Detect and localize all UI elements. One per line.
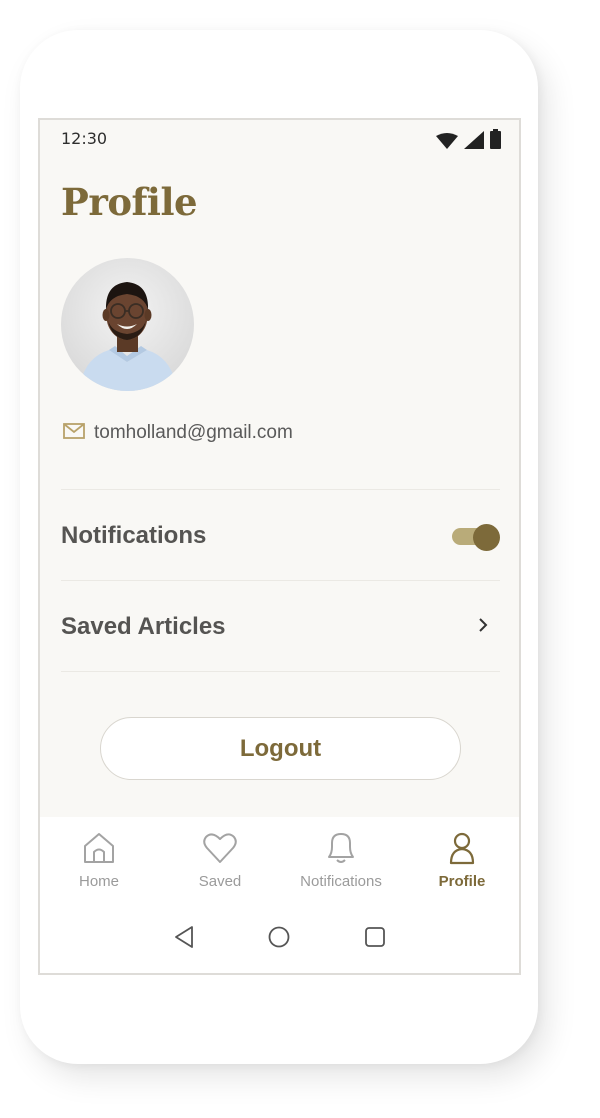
chevron-right-icon <box>478 617 488 637</box>
home-icon <box>82 831 116 869</box>
logout-button[interactable]: Logout <box>100 717 461 780</box>
recents-icon[interactable] <box>364 925 386 953</box>
mail-icon <box>63 423 85 443</box>
saved-articles-row[interactable]: Saved Articles <box>61 597 500 657</box>
tab-notifications[interactable]: Notifications <box>286 831 396 890</box>
tab-profile-label: Profile <box>438 873 486 890</box>
toggle-thumb <box>473 524 500 551</box>
notifications-toggle[interactable] <box>452 524 500 551</box>
battery-icon <box>490 129 501 153</box>
home-circle-icon[interactable] <box>268 925 290 953</box>
email-text: tomholland@gmail.com <box>94 422 293 443</box>
bell-icon <box>325 831 357 869</box>
tab-saved[interactable]: Saved <box>165 831 275 890</box>
back-icon[interactable] <box>174 925 194 953</box>
status-bar: 12:30 <box>40 120 519 158</box>
user-icon <box>448 831 476 869</box>
divider <box>61 580 500 581</box>
status-icons <box>436 129 501 153</box>
divider <box>61 671 500 672</box>
notifications-label: Notifications <box>61 522 207 549</box>
saved-articles-label: Saved Articles <box>61 613 226 640</box>
wifi-icon <box>436 133 458 153</box>
tab-saved-label: Saved <box>198 873 242 890</box>
tab-home[interactable]: Home <box>44 831 154 890</box>
tab-home-label: Home <box>78 873 119 890</box>
status-time: 12:30 <box>61 129 108 148</box>
tab-notifications-label: Notifications <box>300 873 382 890</box>
cellular-icon <box>464 131 484 153</box>
avatar-photo <box>79 282 177 391</box>
notifications-row: Notifications <box>61 506 500 566</box>
divider <box>61 489 500 490</box>
system-navigation-bar <box>40 925 519 955</box>
page-title: Profile <box>61 180 198 224</box>
app-screen: 12:30 Profile tomholland@gmail.com Notif… <box>38 118 521 975</box>
email-row: tomholland@gmail.com <box>63 422 293 444</box>
avatar[interactable] <box>61 258 194 391</box>
bottom-tab-bar: Home Saved Notifications Profile <box>40 817 519 973</box>
heart-icon <box>202 831 238 869</box>
tab-profile[interactable]: Profile <box>407 831 517 890</box>
